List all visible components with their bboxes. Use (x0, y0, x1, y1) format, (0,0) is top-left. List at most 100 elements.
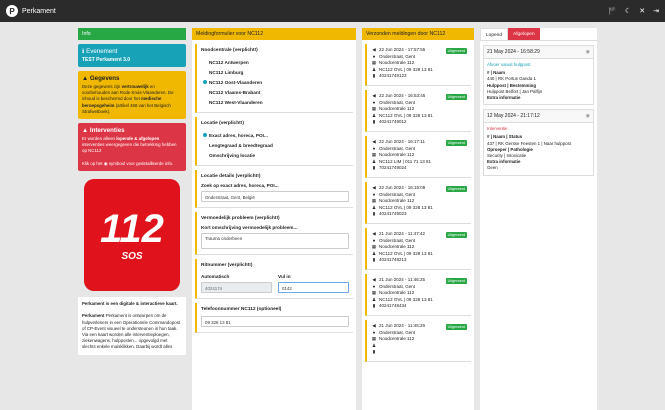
event-subtitle: TEST Perkament 3.0 (82, 57, 131, 63)
megaphone-icon: ◀ (372, 185, 376, 190)
report-address: Onderstraat, Gent (379, 329, 416, 335)
ritnummer-section: Ritnummer (verplicht!) Automatisch 402417… (195, 259, 353, 299)
eye-icon: ◉ (103, 160, 108, 166)
about-text: Perkament is een digitale & interactieve… (78, 297, 186, 355)
moon-icon[interactable]: ☾ (625, 7, 631, 15)
report-item[interactable]: Uitgevoerd ◀ 22 Jun 2024 - 17:57:55 ● Onde… (365, 44, 471, 86)
tools-icon[interactable]: ✕ (639, 7, 645, 15)
report-address: Onderstraat, Gent (379, 283, 416, 289)
report-unit: NC112 OVL | 09 328 13 81 (379, 296, 433, 302)
reports-column: Verzonden meldingen door NC112 Uitgevoer… (362, 28, 474, 410)
logout-icon[interactable]: ⇥ (653, 7, 659, 15)
building-icon: ▦ (371, 152, 377, 158)
event-line: Geen (487, 165, 498, 171)
app-title: Perkament (22, 7, 56, 15)
top-bar: P Perkament 🏴 ☾ ✕ ⇥ (0, 0, 665, 22)
gegevens-body: Deze gegevens zijn vertrouwelijk en voor… (82, 84, 174, 114)
app-logo: P (6, 5, 18, 17)
building-icon: ▦ (371, 60, 377, 66)
noodcentrale-section: Noodcentrale (verplicht!) NC112 Antwerpe… (195, 44, 353, 113)
megaphone-icon: ◀ (372, 47, 376, 52)
report-unit: NC112 OVL | 09 328 13 81 (379, 250, 433, 256)
info-icon: ℹ (82, 48, 85, 55)
report-item[interactable]: Uitgevoerd ◀ 21 Jun 2024 - 11:46:25 ● Onde… (365, 274, 471, 316)
locatie-details-section: Locatie details (verplicht!) Zoek op exa… (195, 170, 353, 208)
section-title: Ritnummer (verplicht!) (201, 263, 253, 268)
status-badge: Uitgevoerd (445, 232, 467, 238)
map-pin-icon: ● (372, 329, 376, 335)
events-column: Lopend Afgelopen 21 May 2024 - 16:58:29 ◉… (480, 28, 597, 410)
report-time: 22 Jun 2024 - 16:53:45 (379, 93, 426, 98)
report-item[interactable]: Uitgevoerd ◀ 21 Jun 2024 - 11:45:29 ● Onde… (365, 320, 471, 362)
report-item[interactable]: Uitgevoerd ◀ 22 Jun 2024 - 16:17:11 ● Onde… (365, 136, 471, 178)
event-time: 12 May 2024 - 21:17:12 (487, 113, 540, 120)
nl-flag-icon[interactable]: 🏴 (608, 7, 617, 15)
user-icon: ♟ (371, 112, 377, 118)
rit-auto-input: 4024174 (201, 282, 272, 293)
file-icon: ▮ (372, 119, 376, 125)
report-item[interactable]: Uitgevoerd ◀ 22 Jun 2024 - 16:15:09 ● Onde… (365, 182, 471, 224)
form-header: Meldingformulier voor NC112 (192, 28, 356, 40)
status-badge: Uitgevoerd (445, 48, 467, 54)
building-icon: ▦ (371, 336, 377, 342)
map-pin-icon: ● (372, 191, 376, 197)
probleem-section: Vermoedelijk probleem (verplicht!) Kort … (195, 212, 353, 255)
radio-nc-antwerpen[interactable]: NC112 Antwerpen (201, 57, 349, 67)
phone-input[interactable]: 09 328 13 81 (201, 316, 349, 327)
radio-loc-coords[interactable]: Lengtegraad & breedtegraad (201, 140, 349, 150)
report-address: Onderstraat, Gent (379, 145, 416, 151)
interventies-title: Interventies (89, 127, 125, 135)
radio-dot (203, 70, 207, 74)
user-icon: ♟ (371, 66, 377, 72)
radio-loc-exact[interactable]: Exact adres, horeca, POI... (201, 130, 349, 140)
report-item[interactable]: Uitgevoerd ◀ 21 Jun 2024 - 11:47:42 ● Onde… (365, 228, 471, 270)
report-time: 21 Jun 2024 - 11:46:25 (379, 277, 425, 282)
radio-dot-selected (203, 80, 207, 84)
radio-dot (203, 60, 207, 64)
file-icon: ▮ (372, 211, 376, 217)
tab-lopend[interactable]: Lopend (480, 28, 509, 40)
tab-afgelopen[interactable]: Afgelopen (508, 28, 540, 40)
event-card[interactable]: 21 May 2024 - 16:58:29 ◉ Afvoer vanuit hu… (483, 45, 594, 106)
file-icon: ▮ (372, 349, 376, 355)
eye-icon[interactable]: ◉ (586, 49, 590, 55)
building-icon: ▦ (371, 198, 377, 204)
radio-dot (203, 143, 207, 147)
status-badge: Uitgevoerd (445, 324, 467, 330)
status-badge: Uitgevoerd (445, 186, 467, 192)
warning-icon: ▲ (82, 127, 89, 135)
user-icon: ♟ (371, 204, 377, 210)
problem-textarea[interactable]: Trauma onderbeen (201, 233, 349, 249)
building-icon: ▦ (371, 106, 377, 112)
radio-nc-west-vlaanderen[interactable]: NC112 West-Vlaanderen (201, 97, 349, 107)
map-pin-icon: ● (372, 145, 376, 151)
radio-nc-oost-vlaanderen[interactable]: NC112 Oost-Vlaanderen (201, 77, 349, 87)
radio-loc-desc[interactable]: Omschrijving locatie (201, 150, 349, 160)
status-badge: Uitgevoerd (445, 94, 467, 100)
report-time: 22 Jun 2024 - 16:17:11 (379, 139, 425, 144)
telefoon-section: Telefoonnummer NC112 (optioneel) 09 328 … (195, 303, 353, 333)
rit-manual-input[interactable]: 0142 (278, 282, 349, 293)
gegevens-title: Gegevens (89, 75, 120, 82)
radio-nc-vlaams-brabant[interactable]: NC112 Vlaams-Brabant (201, 87, 349, 97)
megaphone-icon: ◀ (372, 139, 376, 144)
event-line: Extra informatie (487, 95, 521, 101)
status-badge: Uitgevoerd (445, 140, 467, 146)
gegevens-card: ▲ Gegevens Deze gegevens zijn vertrouwel… (78, 71, 186, 120)
radio-nc-limburg[interactable]: NC112 Limburg (201, 67, 349, 77)
radio-dot (203, 100, 207, 104)
logo-112-sos: 112 SOS (84, 179, 180, 292)
status-badge: Uitgevoerd (445, 278, 467, 284)
report-address: Onderstraat, Gent (379, 191, 416, 197)
event-time: 21 May 2024 - 16:58:29 (487, 49, 540, 55)
event-card[interactable]: 12 May 2024 - 21:17:12 ◉ Interventie # | N… (483, 109, 594, 176)
report-nc: Noodcentrale 112 (379, 106, 415, 112)
file-icon: ▮ (372, 165, 376, 171)
event-title: Evenement (86, 48, 118, 55)
address-search-input[interactable]: Onderstraat, Gent, België (201, 191, 349, 202)
eye-icon[interactable]: ◉ (586, 113, 590, 119)
map-pin-icon: ● (372, 99, 376, 105)
report-time: 21 Jun 2024 - 11:45:29 (379, 323, 425, 328)
report-time: 22 Jun 2024 - 16:15:09 (379, 185, 426, 190)
report-item[interactable]: Uitgevoerd ◀ 22 Jun 2024 - 16:53:45 ● Onde… (365, 90, 471, 132)
